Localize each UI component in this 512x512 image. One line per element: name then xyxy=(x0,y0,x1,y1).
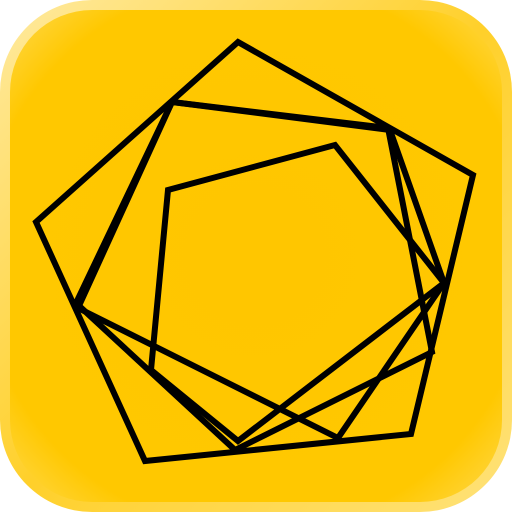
app-icon xyxy=(0,0,512,512)
app-icon-canvas xyxy=(0,0,512,512)
